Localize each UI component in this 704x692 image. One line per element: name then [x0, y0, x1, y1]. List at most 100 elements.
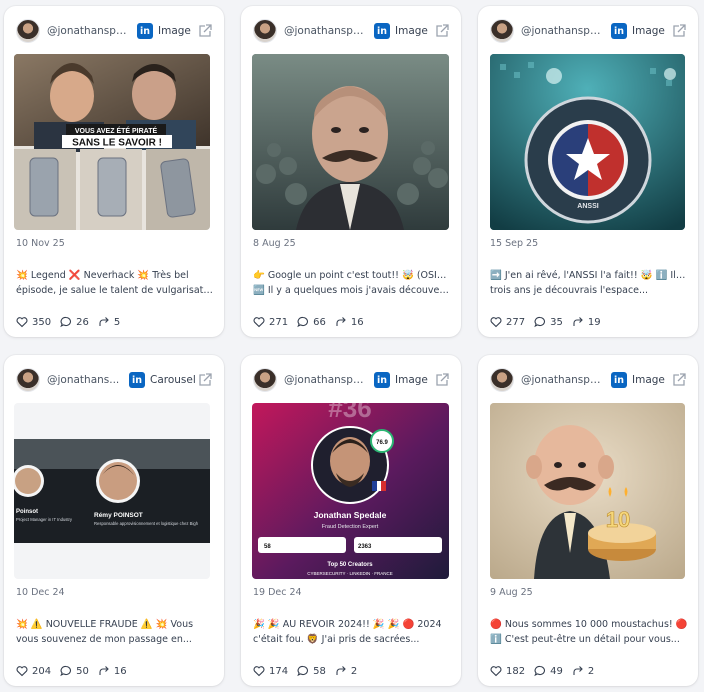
post-excerpt[interactable]: 💥 Legend ❌ Neverhack 💥 Très bel épisode,…	[16, 268, 214, 298]
excerpt-line-2: ℹ️ C'est peut-être un détail pour vous..…	[490, 634, 680, 645]
excerpt-line-2: 🆕 Il y a quelques mois j'avais découvert…	[253, 285, 451, 296]
author-handle[interactable]: @jonathanspe...	[521, 25, 605, 37]
badge-caption: Top 50 Creators	[327, 562, 373, 568]
author-handle[interactable]: @jonathanspe...	[284, 25, 368, 37]
likes-count: 277	[506, 316, 526, 328]
avatar[interactable]	[253, 368, 277, 392]
post-type-label: Carousel	[150, 374, 196, 386]
post-image[interactable]: ANSSI	[490, 54, 685, 230]
heart-icon	[253, 666, 265, 677]
author-handle[interactable]: @jonathanspe...	[284, 374, 368, 386]
author-handle[interactable]: @jonathanspe...	[47, 25, 131, 37]
post-card[interactable]: @jonathanspe... in Image 10 9 Aug 25 🔴 N…	[478, 355, 698, 686]
external-link-icon[interactable]	[198, 24, 212, 38]
post-image[interactable]: #36 76.9 Jonathan Spedale Fraud Detectio…	[252, 403, 449, 579]
avatar[interactable]	[16, 19, 40, 43]
shares-stat: 2	[335, 665, 357, 677]
heart-icon	[16, 666, 28, 677]
post-date: 15 Sep 25	[490, 238, 539, 249]
excerpt-line-2: c'était fou. 🦁 J'ai pris de sacrées...	[253, 634, 420, 645]
post-card[interactable]: @jonathanspe... in Image #36 76.9 Jonath…	[241, 355, 461, 686]
post-excerpt[interactable]: 🔴 Nous sommes 10 000 moustachus! 🔴 ℹ️ C'…	[490, 617, 688, 647]
post-date: 8 Aug 25	[253, 238, 296, 249]
avatar[interactable]	[253, 19, 277, 43]
posts-grid: @jonathanspe... in Image VOUS AVEZ ÉTÉ P…	[0, 0, 704, 692]
likes-count: 204	[32, 665, 52, 677]
external-link-icon[interactable]	[672, 24, 686, 38]
post-image[interactable]	[252, 54, 449, 230]
post-card[interactable]: @jonathanspe... in Image 8 Aug 25 👉 Goog…	[241, 6, 461, 337]
author-handle[interactable]: @jonathans...	[47, 374, 123, 386]
post-card[interactable]: @jonathanspe... in Image VOUS AVEZ ÉTÉ P…	[4, 6, 224, 337]
external-link-icon[interactable]	[672, 373, 686, 387]
linkedin-icon: in	[129, 372, 145, 388]
rank-number: #36	[328, 403, 371, 423]
comment-icon	[534, 316, 546, 328]
author-handle[interactable]: @jonathanspe...	[521, 374, 605, 386]
heart-icon	[16, 317, 28, 328]
thumbnail-art: #36 76.9 Jonathan Spedale Fraud Detectio…	[252, 403, 449, 579]
post-date: 10 Dec 24	[16, 587, 65, 598]
comment-icon	[534, 665, 546, 677]
linkedin-icon: in	[374, 372, 390, 388]
post-card[interactable]: @jonathans... in Carousel Rémy POINSOT R…	[4, 355, 224, 686]
linkedin-icon: in	[611, 23, 627, 39]
post-type-label: Image	[158, 25, 191, 37]
card-header: @jonathanspe... in Image	[16, 18, 212, 44]
card-header: @jonathanspe... in Image	[253, 367, 449, 393]
post-excerpt[interactable]: 💥 ⚠️ NOUVELLE FRAUDE ⚠️ 💥 Vous vous souv…	[16, 617, 214, 647]
thumbnail-art: 10	[490, 403, 685, 579]
post-type-label: Image	[395, 25, 428, 37]
comments-count: 26	[76, 316, 89, 328]
post-image[interactable]: 10	[490, 403, 685, 579]
comments-stat: 26	[60, 316, 89, 328]
comments-count: 66	[313, 316, 326, 328]
shares-stat: 2	[572, 665, 594, 677]
profile-headline-2: Responsable approvisionnement et logisti…	[94, 521, 199, 526]
share-icon	[336, 666, 346, 675]
likes-count: 350	[32, 316, 52, 328]
external-link-icon[interactable]	[435, 24, 449, 38]
post-date: 19 Dec 24	[253, 587, 302, 598]
post-stats: 204 50 16	[16, 665, 136, 677]
avatar[interactable]	[16, 368, 40, 392]
comment-icon	[297, 665, 309, 677]
post-type-label: Image	[632, 25, 665, 37]
linkedin-icon: in	[374, 23, 390, 39]
post-type-label: Image	[632, 374, 665, 386]
badge-title: Fraud Detection Expert	[322, 524, 379, 530]
external-link-icon[interactable]	[435, 373, 449, 387]
comments-stat: 50	[60, 665, 89, 677]
birthday-candle-number: 10	[606, 507, 630, 532]
comments-count: 49	[550, 665, 563, 677]
post-excerpt[interactable]: ➡️ J'en ai rêvé, l'ANSSI l'a fait!! 🤯 ℹ️…	[490, 268, 688, 298]
post-card[interactable]: @jonathanspe... in Image ANSSI 15 Sep 25…	[478, 6, 698, 337]
shares-count: 16	[350, 316, 364, 328]
carousel-preview[interactable]: Rémy POINSOT Responsable approvisionneme…	[14, 403, 210, 579]
avatar[interactable]	[490, 368, 514, 392]
post-stats: 350 26 5	[16, 316, 129, 328]
external-link-icon[interactable]	[198, 373, 212, 387]
post-type-label: Image	[395, 374, 428, 386]
shares-count: 2	[587, 665, 595, 677]
heart-icon	[253, 317, 265, 328]
post-excerpt[interactable]: 🎉 🎉 AU REVOIR 2024!! 🎉 🎉 🔴 2024 c'était …	[253, 617, 451, 647]
comment-icon	[60, 665, 72, 677]
seal-acronym: ANSSI	[577, 203, 598, 210]
post-date: 9 Aug 25	[490, 587, 533, 598]
excerpt-line-1: 👉 Google un point c'est tout!! 🤯 (OSINT)	[253, 270, 451, 281]
badge-name: Jonathan Spedale	[314, 510, 387, 520]
post-excerpt[interactable]: 👉 Google un point c'est tout!! 🤯 (OSINT)…	[253, 268, 451, 298]
avatar[interactable]	[490, 19, 514, 43]
shares-stat: 5	[98, 316, 120, 328]
comments-stat: 49	[534, 665, 563, 677]
comments-stat: 35	[534, 316, 563, 328]
thumbnail-art	[252, 54, 449, 230]
shares-count: 5	[113, 316, 121, 328]
thumbnail-caption-2: SANS LE SAVOIR !	[72, 138, 162, 149]
post-image[interactable]: VOUS AVEZ ÉTÉ PIRATÉ SANS LE SAVOIR !	[14, 54, 210, 230]
card-header: @jonathanspe... in Image	[253, 18, 449, 44]
likes-count: 174	[269, 665, 289, 677]
badge-subcaption: CYBERSECURITY · LINKEDIN · FRANCE	[307, 571, 392, 576]
share-icon	[99, 666, 109, 675]
